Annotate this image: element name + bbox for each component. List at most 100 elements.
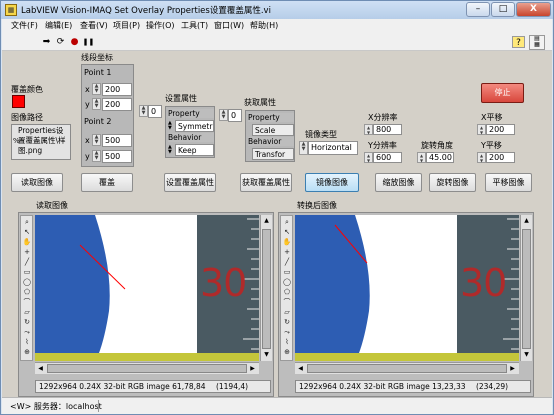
point-tool-icon[interactable]: +	[282, 247, 292, 257]
right-scroll-thumb[interactable]	[522, 229, 531, 349]
right-scroll-right-icon[interactable]: ▶	[508, 364, 517, 373]
y-shift-spinner[interactable]: ▲ ▼	[477, 152, 486, 163]
polyline-tool-icon[interactable]: ⌇	[22, 337, 32, 347]
get-overlay-props-button[interactable]: 获取覆盖属性	[240, 173, 292, 192]
left-scroll-thumb[interactable]	[262, 229, 271, 349]
menu-file[interactable]: 文件(F)	[11, 20, 38, 31]
close-button[interactable]: X	[516, 2, 551, 17]
x-res-spinner[interactable]: ▲ ▼	[364, 124, 373, 135]
set-prop-behavior-value[interactable]: Keep	[175, 144, 214, 156]
point1-y-field[interactable]: 200	[102, 98, 132, 111]
menu-view[interactable]: 查看(V)	[80, 20, 108, 31]
left-scroll-down-icon[interactable]: ▼	[262, 350, 271, 359]
left-image-viewport[interactable]: 30	[35, 215, 259, 361]
rotation-spinner[interactable]: ▲ ▼	[417, 152, 426, 163]
set-props-index-spinner[interactable]: ▲ ▼	[139, 105, 148, 117]
left-scroll-up-icon[interactable]: ▲	[262, 216, 271, 225]
mirror-image-button[interactable]: 镜像图像	[305, 173, 359, 192]
annulus-tool-icon[interactable]: ↻	[22, 317, 32, 327]
rotate-image-button[interactable]: 旋转图像	[429, 173, 476, 192]
rotation-field[interactable]: 45.00	[426, 152, 454, 163]
x-shift-spinner[interactable]: ▲ ▼	[477, 124, 486, 135]
annulus-tool-icon[interactable]: ↻	[282, 317, 292, 327]
right-scroll-up-icon[interactable]: ▲	[522, 216, 531, 225]
set-prop-property-arrows[interactable]: ▲ ▼	[168, 121, 174, 131]
right-horizontal-scrollbar[interactable]: ◀ ▶	[295, 362, 519, 374]
arc-tool-icon[interactable]: ⌒	[22, 297, 32, 307]
point1-x-spinner[interactable]: ▲ ▼	[92, 83, 101, 95]
left-horizontal-scrollbar[interactable]: ◀ ▶	[35, 362, 259, 374]
right-scroll-down-icon[interactable]: ▼	[522, 350, 531, 359]
oval-tool-icon[interactable]: ◯	[22, 277, 32, 287]
rectangle-tool-icon[interactable]: ▭	[282, 267, 292, 277]
set-prop-property-value[interactable]: Symmetr	[175, 120, 214, 132]
minimize-button[interactable]: –	[466, 2, 490, 17]
point-tool-icon[interactable]: +	[22, 247, 32, 257]
left-vertical-scrollbar[interactable]: ▲ ▼	[260, 215, 272, 361]
y-res-spinner[interactable]: ▲ ▼	[364, 152, 373, 163]
right-vertical-scrollbar[interactable]: ▲ ▼	[520, 215, 532, 361]
menu-help[interactable]: 帮助(H)	[250, 20, 278, 31]
get-props-index-spinner[interactable]: ▲ ▼	[219, 109, 228, 121]
line-tool-icon[interactable]: ╱	[22, 257, 32, 267]
point1-y-spinner[interactable]: ▲ ▼	[92, 98, 101, 110]
point2-x-field[interactable]: 500	[102, 134, 132, 147]
left-scroll-right-icon[interactable]: ▶	[248, 364, 257, 373]
zoom-tool-icon[interactable]: ⌕	[282, 217, 292, 227]
rectangle-tool-icon[interactable]: ▭	[22, 267, 32, 277]
overlay-color-box[interactable]	[12, 95, 25, 108]
run-continuously-icon[interactable]: ⟳	[54, 36, 67, 48]
right-hscroll-thumb[interactable]	[307, 364, 507, 373]
left-scroll-left-icon[interactable]: ◀	[36, 364, 45, 373]
zoom-tool-icon[interactable]: ⌕	[22, 217, 32, 227]
pause-icon[interactable]: ❚❚	[82, 36, 95, 48]
freehand-tool-icon[interactable]: ⤳	[22, 327, 32, 337]
read-image-button[interactable]: 读取图像	[11, 173, 63, 192]
maximize-button[interactable]: □	[491, 2, 515, 17]
arc-tool-icon[interactable]: ⌒	[282, 297, 292, 307]
point2-y-field[interactable]: 500	[102, 150, 132, 163]
menu-operate[interactable]: 操作(O)	[146, 20, 175, 31]
menu-window[interactable]: 窗口(W)	[214, 20, 244, 31]
right-scroll-left-icon[interactable]: ◀	[296, 364, 305, 373]
pan-tool-icon[interactable]: ✋	[282, 237, 292, 247]
image-path-control[interactable]: % Properties设置覆盖属性\样图.png	[11, 124, 71, 160]
set-overlay-props-button[interactable]: 设置覆盖属性	[164, 173, 216, 192]
translate-image-button[interactable]: 平移图像	[485, 173, 532, 192]
pan-tool-icon[interactable]: ✋	[22, 237, 32, 247]
pointer-tool-icon[interactable]: ↖	[22, 227, 32, 237]
get-props-index[interactable]: 0	[228, 109, 242, 122]
crosshair-tool-icon[interactable]: ⊕	[22, 347, 32, 357]
right-image-viewport[interactable]: 30	[295, 215, 519, 361]
zoom-image-button[interactable]: 缩放图像	[375, 173, 422, 192]
pointer-tool-icon[interactable]: ↖	[282, 227, 292, 237]
left-hscroll-thumb[interactable]	[47, 364, 247, 373]
stop-button[interactable]: 停止	[481, 83, 524, 103]
polygon-tool-icon[interactable]: ⬠	[22, 287, 32, 297]
rotated-rect-tool-icon[interactable]: ▱	[282, 307, 292, 317]
mirror-type-field[interactable]: Horizontal	[308, 141, 358, 155]
run-icon[interactable]: ➡	[40, 36, 53, 48]
line-tool-icon[interactable]: ╱	[282, 257, 292, 267]
abort-icon[interactable]: ●	[68, 36, 81, 48]
set-props-index[interactable]: 0	[148, 105, 162, 118]
menu-edit[interactable]: 编辑(E)	[45, 20, 72, 31]
point1-x-field[interactable]: 200	[102, 83, 132, 96]
rotated-rect-tool-icon[interactable]: ▱	[22, 307, 32, 317]
mirror-type-spinner[interactable]: ▲ ▼	[299, 141, 308, 155]
crosshair-tool-icon[interactable]: ⊕	[282, 347, 292, 357]
overlay-button[interactable]: 覆盖	[81, 173, 133, 192]
polygon-tool-icon[interactable]: ⬠	[282, 287, 292, 297]
set-prop-behavior-arrows[interactable]: ▲ ▼	[168, 145, 174, 155]
freehand-tool-icon[interactable]: ⤳	[282, 327, 292, 337]
menu-project[interactable]: 项目(P)	[113, 20, 140, 31]
help-icon[interactable]: ?	[512, 36, 525, 48]
x-shift-field[interactable]: 200	[486, 124, 515, 135]
oval-tool-icon[interactable]: ◯	[282, 277, 292, 287]
x-res-field[interactable]: 800	[373, 124, 402, 135]
point2-y-spinner[interactable]: ▲ ▼	[92, 150, 101, 162]
polyline-tool-icon[interactable]: ⌇	[282, 337, 292, 347]
menu-tools[interactable]: 工具(T)	[181, 20, 208, 31]
y-shift-field[interactable]: 200	[486, 152, 515, 163]
point2-x-spinner[interactable]: ▲ ▼	[92, 134, 101, 146]
